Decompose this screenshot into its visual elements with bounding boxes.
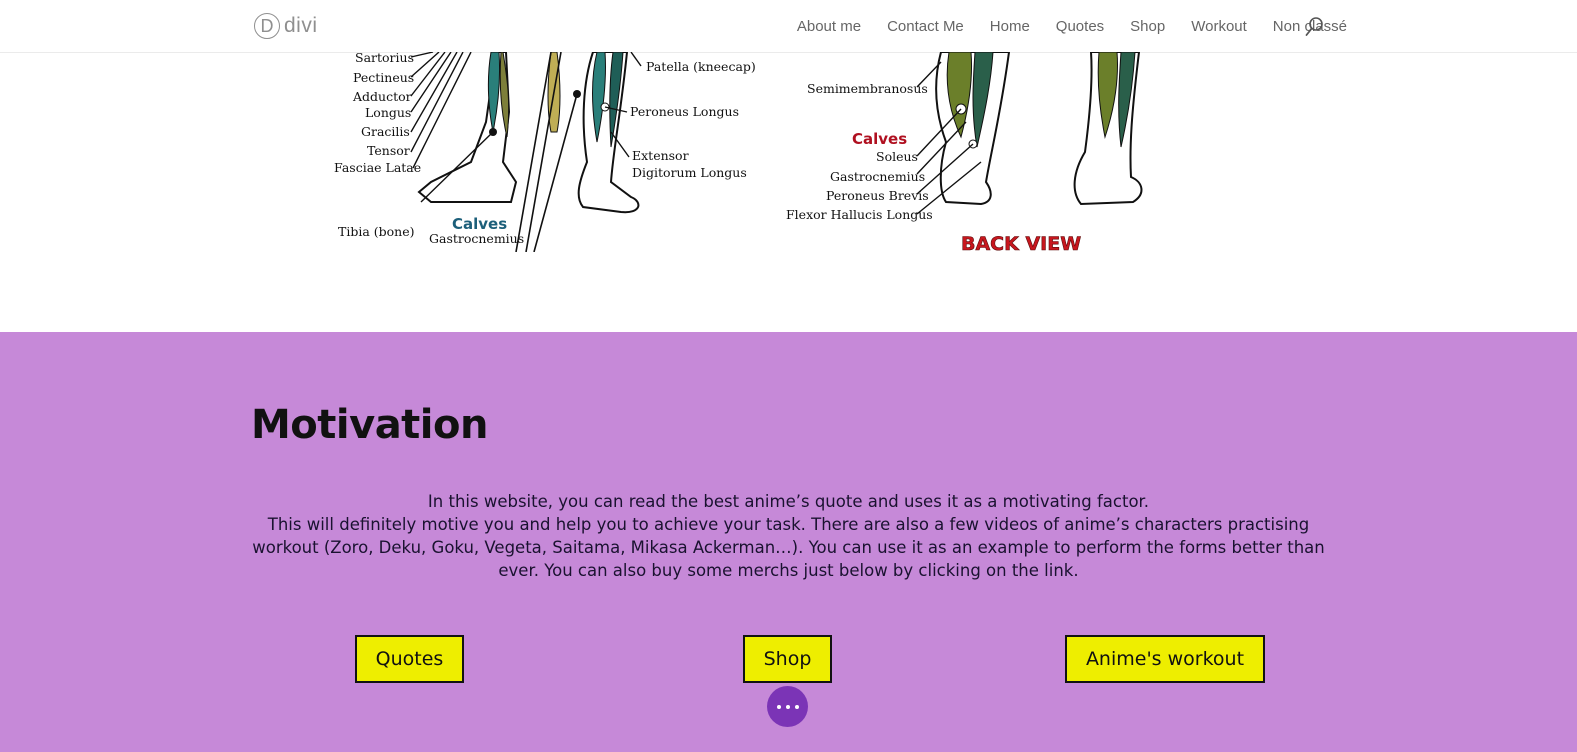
label-longus: Longus (365, 105, 411, 120)
site-logo[interactable]: D divi (254, 11, 318, 41)
logo-circle: D (254, 13, 280, 39)
nav-workout[interactable]: Workout (1191, 18, 1247, 35)
label-tibia: Tibia (bone) (338, 224, 415, 239)
label-digitorum-longus: Digitorum Longus (632, 165, 747, 180)
motivation-paragraph-line1: In this website, you can read the best a… (427, 492, 1150, 511)
motivation-text: In this website, you can read the best a… (252, 490, 1325, 582)
label-gastrocnemius-front: Gastrocnemius (429, 231, 524, 246)
logo-text: divi (284, 14, 318, 37)
nav-home[interactable]: Home (990, 18, 1030, 35)
label-calves-back: Calves (852, 130, 907, 148)
label-fasciae-latae: Fasciae Latae (334, 160, 421, 175)
label-flexor-hallucis-longus: Flexor Hallucis Longus (786, 207, 933, 222)
leg-muscles-image: Sartorius Pectineus Adductor Longus Grac… (321, 52, 1251, 252)
label-peroneus-brevis: Peroneus Brevis (826, 188, 929, 203)
dot (785, 704, 790, 709)
more-dots-icon[interactable] (767, 686, 808, 727)
dot (776, 704, 781, 709)
label-gracilis: Gracilis (361, 124, 410, 139)
motivation-title: Motivation (251, 402, 488, 448)
site-header: D divi About me Contact Me Home Quotes S… (0, 0, 1577, 52)
quotes-button[interactable]: Quotes (355, 635, 464, 683)
nav-shop[interactable]: Shop (1130, 18, 1165, 35)
label-adductor: Adductor (352, 89, 412, 104)
front-leg-drawing (410, 52, 642, 252)
label-tensor: Tensor (367, 143, 410, 158)
nav-about-me[interactable]: About me (797, 18, 861, 35)
nav-contact-me[interactable]: Contact Me (887, 18, 964, 35)
label-extensor: Extensor (632, 148, 689, 163)
dot (794, 704, 799, 709)
label-soleus: Soleus (876, 149, 918, 164)
label-pectineus: Pectineus (353, 70, 414, 85)
shop-button[interactable]: Shop (743, 635, 832, 683)
label-peroneus-longus: Peroneus Longus (630, 104, 739, 119)
label-semimembranosus: Semimembranosus (807, 81, 928, 96)
label-gastrocnemius-back: Gastrocnemius (830, 169, 925, 184)
animes-workout-button[interactable]: Anime's workout (1065, 635, 1265, 683)
label-back-view: BACK VIEW (961, 233, 1081, 252)
label-sartorius: Sartorius (355, 52, 414, 65)
nav-quotes[interactable]: Quotes (1056, 18, 1104, 35)
search-icon[interactable] (1305, 16, 1325, 38)
back-leg-drawing (916, 52, 1143, 215)
motivation-paragraph-rest: This will definitely motive you and help… (252, 515, 1325, 580)
main-nav: About me Contact Me Home Quotes Shop Wor… (797, 0, 1347, 52)
label-patella: Patella (kneecap) (646, 59, 756, 74)
